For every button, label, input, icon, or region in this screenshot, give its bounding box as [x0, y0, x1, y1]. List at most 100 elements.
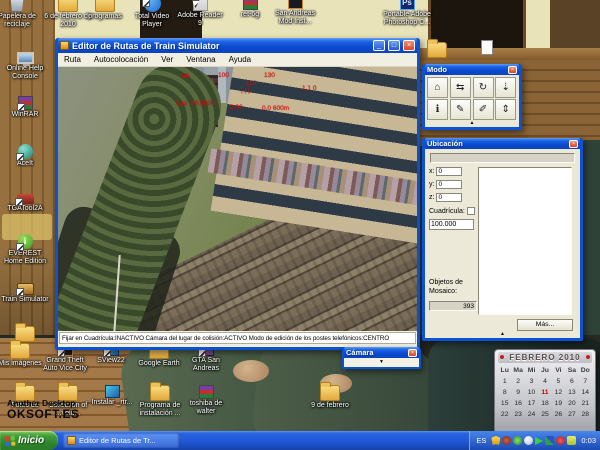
- winrar-archive-icon: [199, 385, 214, 399]
- close-button[interactable]: ×: [403, 40, 415, 51]
- train-icon: [17, 283, 34, 295]
- ubicacion-body: x: 0 y: 0 z: 0 Cuadrícula: 100.000 Objet…: [425, 149, 580, 331]
- modo-palette: Modo × ⌂ ⇆ ↻ ⇣ ℹ ✎ ✐ ⇕ ▲: [422, 64, 522, 130]
- desktop-icon-label: AceIt: [0, 160, 50, 168]
- calendar-day: 25: [538, 409, 551, 420]
- desktop-icon-label: WinRAR: [0, 111, 50, 119]
- track-marker: 130: [264, 72, 275, 79]
- calendar-day: 27: [565, 409, 578, 420]
- desktop-icon-everest[interactable]: i EVEREST Home Edition: [0, 234, 50, 266]
- desktop-icon-label: GTA San Andreas: [181, 357, 231, 373]
- desktop-icon-label: SView22: [86, 357, 136, 365]
- camara-titlebar[interactable]: Cámara ×: [344, 347, 419, 358]
- desktop-icon-label: TGATool2A: [0, 205, 50, 213]
- more-button[interactable]: Más...: [517, 319, 573, 331]
- desktop-icon-label: Portable Adobe Photoshop C...: [378, 11, 436, 27]
- editor-3d-viewport[interactable]: 90100110130| | |1 1 0Lau -34.500m2.000.0…: [58, 67, 417, 331]
- desktop-icon-programa-instalacion[interactable]: Programa de instalación ...: [135, 385, 185, 418]
- cuadricula-label: Cuadrícula:: [429, 208, 465, 215]
- grid-size-input[interactable]: 100.000: [429, 219, 474, 230]
- calendar-day: 23: [511, 409, 524, 420]
- network-icon[interactable]: [545, 436, 554, 445]
- antivirus-icon[interactable]: [556, 436, 565, 445]
- mode-gradient-button[interactable]: ✎: [450, 99, 471, 120]
- desktop-icon-unknown-file[interactable]: [462, 40, 512, 55]
- cuadricula-checkbox[interactable]: [467, 207, 475, 215]
- tray-app-icon[interactable]: [502, 436, 511, 445]
- recycle-bin-icon: [9, 0, 25, 12]
- x-field[interactable]: 0: [436, 167, 462, 176]
- calendar-grid: LuMaMiJuViSaDo12345678910111213141516171…: [498, 365, 592, 420]
- desktop-icon-label: San Andreas Mod Inst...: [270, 10, 320, 26]
- desktop-icon-toshiba[interactable]: toshiba de walter: [181, 385, 231, 416]
- z-row: z: 0: [429, 193, 462, 202]
- calendar-day: 2: [511, 376, 524, 387]
- mode-drop-button[interactable]: ⇣: [495, 77, 516, 98]
- volume-tray-icon[interactable]: [567, 436, 576, 445]
- desktop-icon-ret6g[interactable]: ret-6g: [225, 0, 275, 19]
- mode-spline-button[interactable]: ✐: [473, 99, 494, 120]
- objects-listbox[interactable]: [478, 167, 572, 315]
- messenger-icon[interactable]: [513, 436, 522, 445]
- mode-move-button[interactable]: ⇆: [450, 77, 471, 98]
- security-shield-icon[interactable]: [491, 436, 500, 445]
- minimize-button[interactable]: _: [373, 40, 385, 51]
- mode-place-button[interactable]: ⌂: [427, 77, 448, 98]
- desktop-icon-label: Total Video Player: [127, 13, 177, 29]
- mode-rotate-button[interactable]: ↻: [473, 77, 494, 98]
- desktop-icon-folder-bottom[interactable]: [0, 326, 50, 342]
- calendar-gadget: FEBRERO 2010 LuMaMiJuViSaDo1234567891011…: [494, 349, 596, 434]
- calendar-day-header: Mi: [525, 365, 538, 376]
- play-tray-icon[interactable]: [535, 437, 543, 445]
- menu-ver[interactable]: Ver: [161, 55, 173, 64]
- desktop-icon-train-simulator[interactable]: Train Simulator: [0, 283, 50, 304]
- taskbar-clock: 0:03: [581, 436, 596, 445]
- menu-autocolocacion[interactable]: Autocolocación: [94, 55, 148, 64]
- desktop-icon-instalar[interactable]: Instalar _rtr...: [87, 385, 137, 407]
- calendar-day: 9: [511, 387, 524, 398]
- menu-ayuda[interactable]: Ayuda: [229, 55, 252, 64]
- maximize-button[interactable]: □: [388, 40, 400, 51]
- modo-close-button[interactable]: ×: [508, 66, 517, 74]
- desktop-icon-total-video-player[interactable]: Total Video Player: [127, 0, 177, 29]
- ubicacion-titlebar[interactable]: Ubicación ×: [425, 138, 580, 149]
- calendar-day-header: Lu: [498, 365, 511, 376]
- z-field[interactable]: 0: [436, 193, 462, 202]
- taskbar-task-editor[interactable]: Editor de Rutas de Tr...: [63, 433, 179, 448]
- desktop-icon-aceit[interactable]: AceIt: [0, 144, 50, 168]
- desktop-icon-9-febrero[interactable]: 9 de febrero: [305, 385, 355, 410]
- desktop-icon-tgatool[interactable]: TGATool2A: [0, 190, 50, 213]
- ubicacion-close-button[interactable]: ×: [569, 140, 578, 148]
- modo-grip-icon[interactable]: ▲: [425, 120, 519, 127]
- camara-collapsed-bar[interactable]: ▼: [344, 358, 419, 367]
- monitor-icon: [17, 52, 34, 64]
- track-marker: 110: [246, 80, 256, 87]
- desktop-icon-winrar[interactable]: WinRAR: [0, 96, 50, 119]
- track-marker: 100: [218, 72, 229, 79]
- y-field[interactable]: 0: [436, 180, 462, 189]
- desktop-icon-san-andreas-mod[interactable]: San Andreas Mod Inst...: [270, 0, 320, 26]
- desktop-icon-papelera[interactable]: Papelera de reciclaje: [0, 0, 42, 29]
- menu-ruta[interactable]: Ruta: [64, 55, 81, 64]
- calendar-day: 26: [552, 409, 565, 420]
- winrar-icon: [18, 96, 33, 110]
- desktop-icon-adobe-reader[interactable]: Adobe Reader 9: [175, 0, 225, 28]
- editor-titlebar[interactable]: Editor de Rutas de Train Simulator _ □ ×: [58, 38, 417, 53]
- ubicacion-title: Ubicación: [427, 139, 566, 148]
- start-button[interactable]: Inicio: [0, 431, 58, 450]
- desktop-icon-mis-imagenes[interactable]: Mis imágenes: [0, 343, 45, 368]
- modo-titlebar[interactable]: Modo ×: [425, 64, 519, 75]
- desktop-icon-label: Grand Theft Auto Vice City: [40, 357, 90, 373]
- desktop-icon-online-help[interactable]: Online Help Console: [0, 52, 50, 81]
- mode-info-button[interactable]: ℹ: [427, 99, 448, 120]
- desktop-icon-photoshop[interactable]: Ps Portable Adobe Photoshop C...: [378, 0, 436, 27]
- desktop-icon-programas[interactable]: programas: [80, 0, 130, 21]
- menu-ventana[interactable]: Ventana: [186, 55, 215, 64]
- ubicacion-panel: Ubicación × x: 0 y: 0 z: 0 Cuadrícula: 1…: [422, 138, 583, 341]
- mode-elevation-button[interactable]: ⇕: [495, 99, 516, 120]
- calendar-day: 20: [565, 398, 578, 409]
- language-indicator[interactable]: ES: [476, 436, 486, 445]
- camara-close-button[interactable]: ×: [408, 349, 417, 357]
- emule-icon[interactable]: [524, 436, 533, 445]
- ubicacion-grip-icon[interactable]: ▲: [425, 331, 580, 338]
